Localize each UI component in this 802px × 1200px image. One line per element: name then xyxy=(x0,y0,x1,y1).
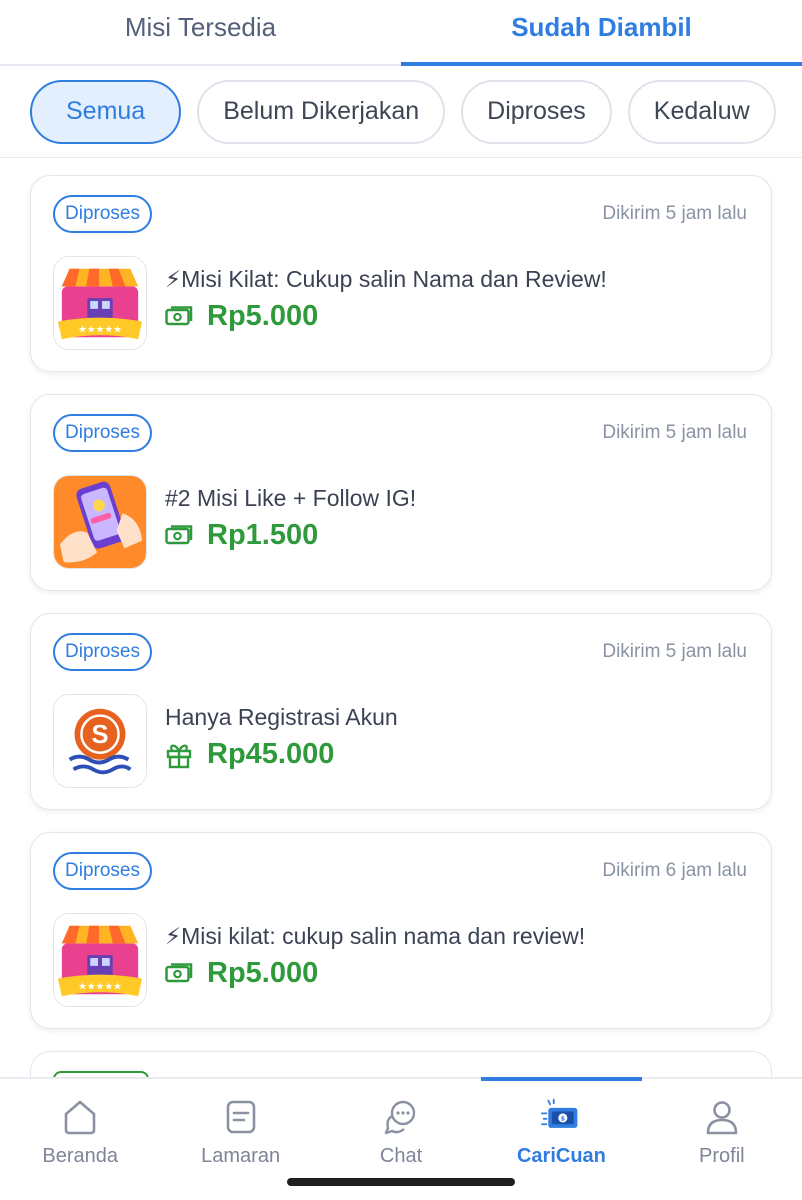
mission-card[interactable]: Diproses Dikirim 5 jam lalu ★★★★★ ⚡Misi … xyxy=(30,175,772,372)
phone-hands-icon xyxy=(53,475,147,569)
filter-chip-belum-dikerjakan[interactable]: Belum Dikerjakan xyxy=(197,79,446,144)
profile-icon xyxy=(702,1097,742,1137)
money-card-icon: $ xyxy=(541,1097,581,1137)
gift-icon xyxy=(165,741,193,769)
filter-chips: Semua Belum Dikerjakan Diproses Kedaluw xyxy=(0,66,802,158)
reward: Rp45.000 xyxy=(165,738,334,771)
store-icon: ★★★★★ xyxy=(53,256,147,350)
svg-text:$: $ xyxy=(561,1116,565,1123)
filter-chip-kedaluwarsa[interactable]: Kedaluw xyxy=(627,79,776,144)
nav-beranda[interactable]: Beranda xyxy=(0,1079,160,1200)
cash-icon xyxy=(165,960,193,988)
mission-card[interactable]: Diproses Dikirim 5 jam lalu #2 Misi Like… xyxy=(30,394,772,591)
tab-misi-tersedia[interactable]: Misi Tersedia xyxy=(0,0,401,64)
reward-amount: Rp5.000 xyxy=(207,957,319,989)
home-indicator[interactable] xyxy=(287,1178,515,1186)
sent-time: Dikirim 6 jam lalu xyxy=(602,860,747,881)
reward: Rp5.000 xyxy=(165,957,318,990)
nav-label: Chat xyxy=(379,1145,423,1167)
chat-icon xyxy=(381,1097,421,1137)
home-icon xyxy=(60,1097,100,1137)
mission-list: Diproses Dikirim 5 jam lalu ★★★★★ ⚡Misi … xyxy=(30,175,772,1113)
mission-title: ⚡Misi kilat: cukup salin nama dan review… xyxy=(165,923,586,949)
top-tabs: Misi Tersedia Sudah Diambil xyxy=(0,0,802,66)
svg-text:★★★★★: ★★★★★ xyxy=(78,324,122,335)
nav-profil[interactable]: Profil xyxy=(642,1079,802,1200)
sent-time: Dikirim 5 jam lalu xyxy=(602,422,747,443)
reward-amount: Rp5.000 xyxy=(207,300,319,332)
filter-chip-semua[interactable]: Semua xyxy=(30,79,182,144)
filter-chip-diproses[interactable]: Diproses xyxy=(461,79,612,144)
mission-title: #2 Misi Like + Follow IG! xyxy=(165,485,417,511)
mission-card[interactable]: Diproses Dikirim 5 jam lalu S Hanya Regi… xyxy=(30,613,772,810)
reward-amount: Rp45.000 xyxy=(207,738,335,770)
svg-text:★★★★★: ★★★★★ xyxy=(78,981,122,992)
mission-title: Hanya Registrasi Akun xyxy=(165,704,398,730)
cash-icon xyxy=(165,303,193,331)
document-icon xyxy=(221,1097,261,1137)
status-badge: Diproses xyxy=(53,633,152,671)
store-icon: ★★★★★ xyxy=(53,913,147,1007)
sent-time: Dikirim 5 jam lalu xyxy=(602,203,747,224)
nav-label: Profil xyxy=(699,1145,745,1167)
nav-label: CariCuan xyxy=(516,1145,606,1167)
status-badge: Diproses xyxy=(53,852,152,890)
sent-time: Dikirim 5 jam lalu xyxy=(602,641,747,662)
reward: Rp1.500 xyxy=(165,519,318,552)
nav-label: Lamaran xyxy=(201,1145,281,1167)
status-badge: Diproses xyxy=(53,195,152,233)
reward-amount: Rp1.500 xyxy=(207,519,319,551)
s-coin-logo-icon: S xyxy=(53,694,147,788)
status-badge: Diproses xyxy=(53,414,152,452)
svg-text:S: S xyxy=(92,721,109,749)
nav-label: Beranda xyxy=(42,1145,119,1167)
tab-sudah-diambil[interactable]: Sudah Diambil xyxy=(401,0,802,66)
mission-title: ⚡Misi Kilat: Cukup salin Nama dan Review… xyxy=(165,266,607,292)
reward: Rp5.000 xyxy=(165,300,318,333)
cash-icon xyxy=(165,522,193,550)
mission-card[interactable]: Diproses Dikirim 6 jam lalu ★★★★★ ⚡Misi … xyxy=(30,832,772,1029)
